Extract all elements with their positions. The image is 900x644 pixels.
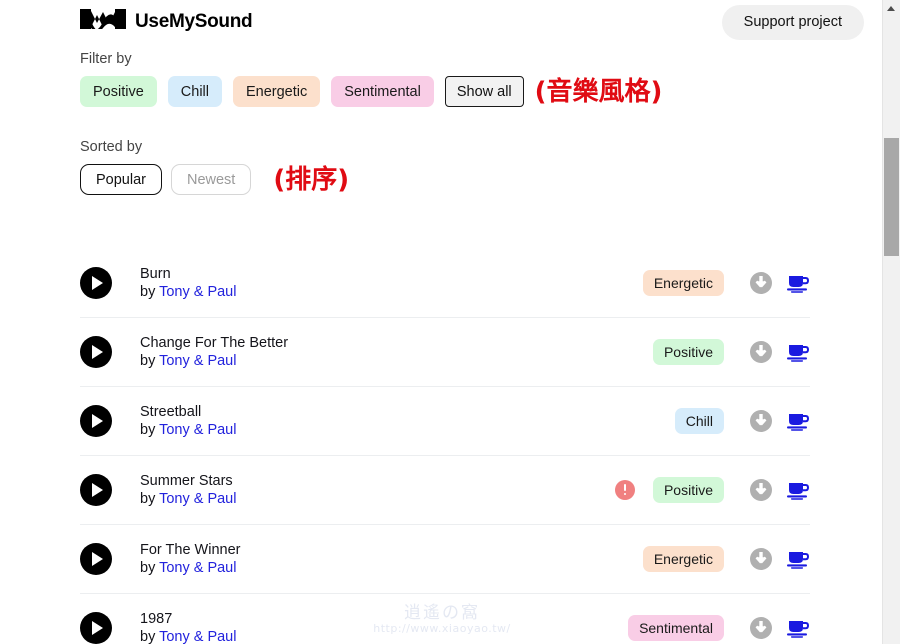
track-artist-link[interactable]: Tony & Paul [159,491,236,507]
track-row-actions: Sentimental [628,615,810,641]
sort-option-row: Popular Newest (排序) [80,164,349,195]
track-row-actions: Energetic [642,270,810,296]
track-title: Summer Stars [140,472,233,489]
coffee-cup-icon[interactable] [786,617,810,639]
track-row-actions: Chill [674,408,810,434]
page-viewport: UseMySound Support project Filter by Pos… [0,0,883,644]
track-title: 1987 [140,610,173,627]
alert-icon[interactable] [614,480,635,500]
track-meta: For The Winner by Tony & Paul [140,542,240,577]
zigzag-wave-logo-icon [80,9,126,34]
coffee-cup-icon[interactable] [786,479,810,501]
download-icon[interactable] [750,410,772,432]
sort-option-popular[interactable]: Popular [80,164,162,195]
sorted-by-label: Sorted by [80,139,143,155]
coffee-cup-icon[interactable] [786,272,810,294]
brand-name: UseMySound [135,10,253,32]
track-meta: Streetball by Tony & Paul [140,404,236,439]
download-icon[interactable] [750,479,772,501]
track-by-prefix: by [140,628,160,644]
play-icon[interactable] [80,612,112,644]
track-artist-link[interactable]: Tony & Paul [159,629,236,644]
download-icon[interactable] [750,341,772,363]
track-genre-tag[interactable]: Energetic [642,270,724,296]
track-row[interactable]: For The Winner by Tony & Paul Energetic [80,524,810,593]
coffee-cup-icon[interactable] [786,410,810,432]
track-artist-link[interactable]: Tony & Paul [159,284,236,300]
track-byline: by Tony & Paul [140,629,236,644]
filter-tag-sentimental[interactable]: Sentimental [331,76,434,107]
scroll-up-arrow-icon[interactable] [883,0,900,17]
track-title: Burn [140,265,171,282]
play-icon[interactable] [80,474,112,506]
sort-option-newest[interactable]: Newest [170,164,252,195]
track-by-prefix: by [140,421,160,438]
track-title: Change For The Better [140,334,289,351]
download-icon[interactable] [750,617,772,639]
track-meta: Change For The Better by Tony & Paul [140,335,288,370]
track-artist-link[interactable]: Tony & Paul [159,353,236,369]
track-by-prefix: by [140,352,160,369]
coffee-cup-icon[interactable] [786,341,810,363]
filter-tag-energetic[interactable]: Energetic [232,76,321,107]
track-byline: by Tony & Paul [140,284,236,301]
track-byline: by Tony & Paul [140,560,240,577]
track-genre-tag[interactable]: Chill [674,408,724,434]
track-row-actions: Positive [614,477,810,503]
track-row[interactable]: 1987 by Tony & Paul Sentimental [80,593,810,644]
track-title: Streetball [140,403,202,420]
track-row[interactable]: Burn by Tony & Paul Energetic [80,249,810,317]
filter-tag-chill[interactable]: Chill [167,76,222,107]
track-genre-tag[interactable]: Positive [652,339,724,365]
track-genre-tag[interactable]: Positive [652,477,724,503]
play-icon[interactable] [80,405,112,437]
download-icon[interactable] [750,548,772,570]
brand-logo[interactable]: UseMySound [80,9,253,34]
site-header: UseMySound Support project [0,0,883,46]
track-meta: Summer Stars by Tony & Paul [140,473,236,508]
track-genre-tag[interactable]: Sentimental [628,615,724,641]
filter-tag-positive[interactable]: Positive [80,76,157,107]
track-by-prefix: by [140,490,160,507]
track-row-actions: Positive [652,339,810,365]
track-meta: 1987 by Tony & Paul [140,611,236,644]
track-byline: by Tony & Paul [140,422,236,439]
filter-by-label: Filter by [80,51,132,67]
scrollbar-thumb[interactable] [884,138,899,256]
track-meta: Burn by Tony & Paul [140,266,236,301]
coffee-cup-icon[interactable] [786,548,810,570]
filter-annotation-note: (音樂風格) [534,76,663,107]
play-icon[interactable] [80,543,112,575]
track-byline: by Tony & Paul [140,353,288,370]
sort-annotation-note: (排序) [273,164,350,195]
play-icon[interactable] [80,267,112,299]
track-list: Burn by Tony & Paul Energetic Change For… [80,249,810,644]
track-row[interactable]: Summer Stars by Tony & Paul Positive [80,455,810,524]
track-artist-link[interactable]: Tony & Paul [159,560,236,576]
track-row[interactable]: Change For The Better by Tony & Paul Pos… [80,317,810,386]
filter-tag-row: Positive Chill Energetic Sentimental Sho… [80,76,662,107]
vertical-scrollbar[interactable] [882,0,900,644]
play-icon[interactable] [80,336,112,368]
track-row[interactable]: Streetball by Tony & Paul Chill [80,386,810,455]
track-genre-tag[interactable]: Energetic [642,546,724,572]
support-project-button[interactable]: Support project [721,5,864,40]
track-title: For The Winner [140,541,241,558]
track-byline: by Tony & Paul [140,491,236,508]
track-by-prefix: by [140,283,160,300]
track-by-prefix: by [140,559,160,576]
show-all-button[interactable]: Show all [444,76,524,107]
download-icon[interactable] [750,272,772,294]
track-artist-link[interactable]: Tony & Paul [159,422,236,438]
track-row-actions: Energetic [642,546,810,572]
